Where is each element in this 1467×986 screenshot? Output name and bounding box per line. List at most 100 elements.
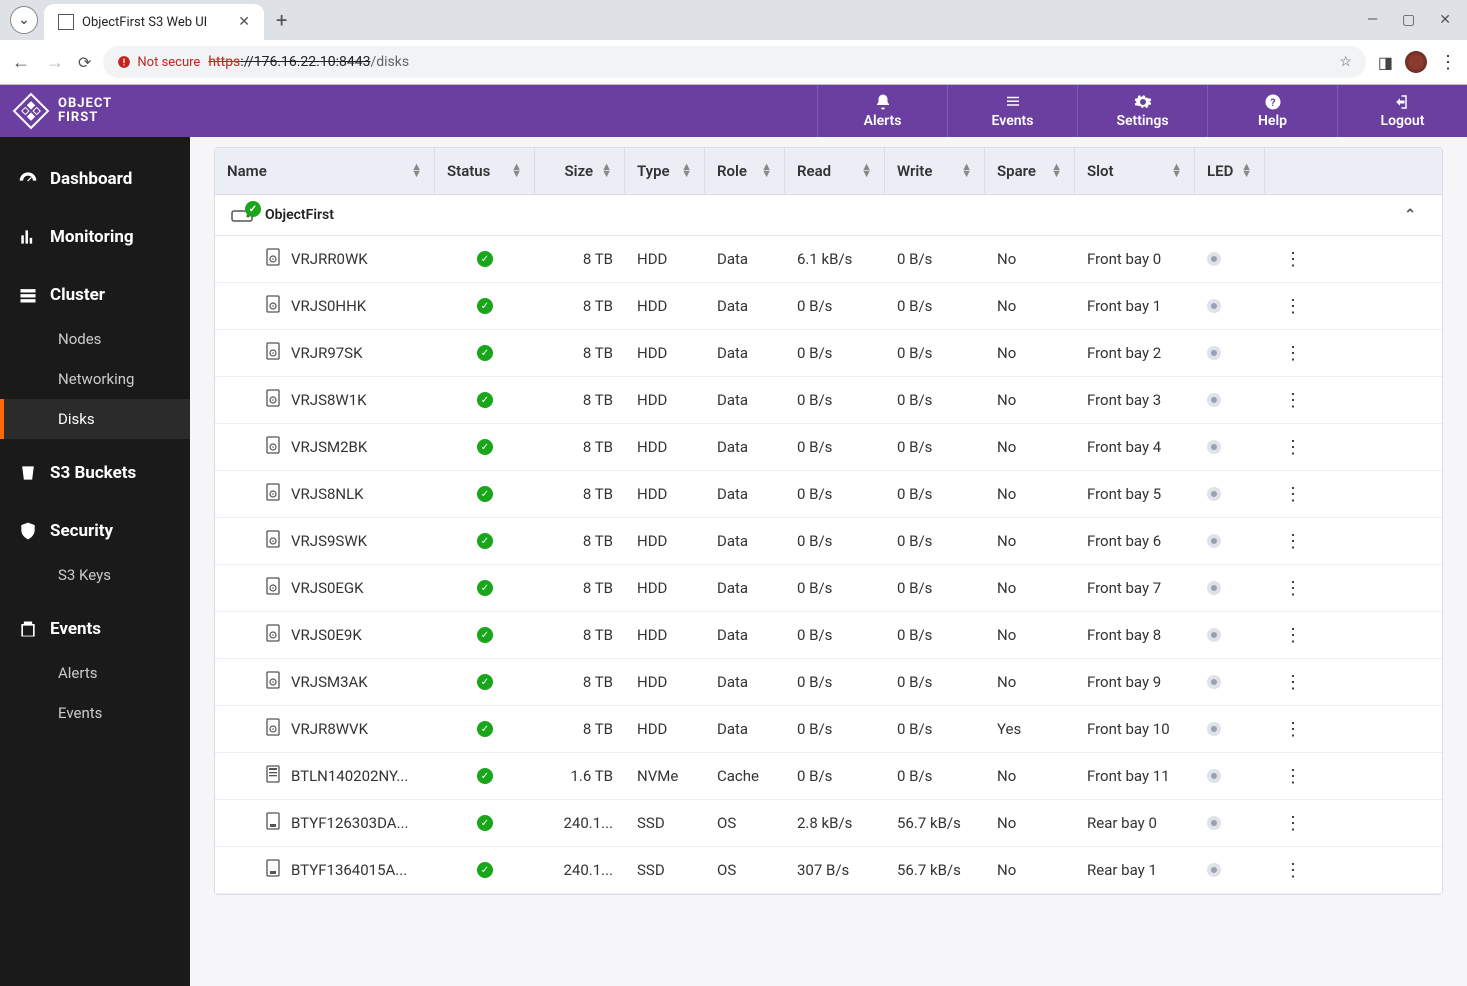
led-indicator-icon [1207, 769, 1221, 783]
cell-led[interactable] [1195, 753, 1265, 799]
header-logout-button[interactable]: Logout [1337, 85, 1467, 137]
side-panel-icon[interactable]: ◨ [1378, 53, 1393, 72]
brand-logo[interactable]: OBJECTFIRST [0, 85, 190, 137]
table-row[interactable]: BTYF126303DA...✓240.1...SSDOS2.8 kB/s56.… [215, 800, 1442, 847]
sidebar-item-monitoring[interactable]: Monitoring [0, 213, 190, 261]
col-read[interactable]: Read▲▼ [785, 148, 885, 194]
sidebar-item-disks[interactable]: Disks [0, 399, 190, 439]
row-actions[interactable]: ⋮ [1265, 565, 1321, 611]
cell-led[interactable] [1195, 424, 1265, 470]
col-spare[interactable]: Spare▲▼ [985, 148, 1075, 194]
col-role[interactable]: Role▲▼ [705, 148, 785, 194]
address-bar[interactable]: Not secure https://176.16.22.10:8443/dis… [103, 46, 1365, 78]
row-actions[interactable]: ⋮ [1265, 471, 1321, 517]
back-button[interactable]: ← [10, 52, 32, 73]
sidebar-item-alerts[interactable]: Alerts [0, 653, 190, 693]
cell-led[interactable] [1195, 330, 1265, 376]
window-minimize-icon[interactable]: — [1367, 12, 1378, 28]
disk-icon [265, 342, 281, 364]
cell-led[interactable] [1195, 471, 1265, 517]
cell-led[interactable] [1195, 236, 1265, 282]
sidebar-item-s3buckets[interactable]: S3 Buckets [0, 449, 190, 497]
header-help-button[interactable]: ? Help [1207, 85, 1337, 137]
sidebar-item-cluster[interactable]: Cluster [0, 271, 190, 319]
cell-type: HDD [625, 706, 705, 752]
window-close-icon[interactable]: ✕ [1439, 12, 1451, 28]
sidebar-item-events-sub[interactable]: Events [0, 693, 190, 733]
cell-status: ✓ [435, 283, 535, 329]
not-secure-badge[interactable]: Not secure [117, 55, 200, 70]
cell-led[interactable] [1195, 847, 1265, 893]
row-actions[interactable]: ⋮ [1265, 706, 1321, 752]
gear-icon [1134, 93, 1152, 111]
cell-status: ✓ [435, 424, 535, 470]
table-row[interactable]: VRJS0E9K✓8 TBHDDData0 B/s0 B/sNoFront ba… [215, 612, 1442, 659]
col-size[interactable]: Size▲▼ [535, 148, 625, 194]
col-slot[interactable]: Slot▲▼ [1075, 148, 1195, 194]
table-row[interactable]: VRJSM2BK✓8 TBHDDData0 B/s0 B/sNoFront ba… [215, 424, 1442, 471]
cell-name: VRJS8NLK [215, 471, 435, 517]
row-actions[interactable]: ⋮ [1265, 753, 1321, 799]
cell-led[interactable] [1195, 565, 1265, 611]
sidebar-item-s3keys[interactable]: S3 Keys [0, 555, 190, 595]
tab-close-icon[interactable]: ✕ [238, 14, 250, 30]
row-actions[interactable]: ⋮ [1265, 424, 1321, 470]
col-type[interactable]: Type▲▼ [625, 148, 705, 194]
reload-button[interactable]: ⟳ [78, 53, 91, 72]
row-actions[interactable]: ⋮ [1265, 847, 1321, 893]
browser-menu-icon[interactable]: ⋮ [1439, 52, 1457, 73]
cell-led[interactable] [1195, 283, 1265, 329]
tab-search-dropdown[interactable]: ⌄ [10, 6, 38, 34]
row-actions[interactable]: ⋮ [1265, 330, 1321, 376]
new-tab-button[interactable]: + [276, 8, 287, 32]
led-indicator-icon [1207, 816, 1221, 830]
col-led[interactable]: LED▲▼ [1195, 148, 1265, 194]
sidebar-item-events[interactable]: Events [0, 605, 190, 653]
node-group-row[interactable]: ✓ ObjectFirst ⌃ [215, 195, 1442, 236]
table-row[interactable]: VRJS0HHK✓8 TBHDDData0 B/s0 B/sNoFront ba… [215, 283, 1442, 330]
col-name[interactable]: Name▲▼ [215, 148, 435, 194]
header-settings-button[interactable]: Settings [1077, 85, 1207, 137]
table-row[interactable]: VRJS8W1K✓8 TBHDDData0 B/s0 B/sNoFront ba… [215, 377, 1442, 424]
table-row[interactable]: BTYF1364015A...✓240.1...SSDOS307 B/s56.7… [215, 847, 1442, 894]
row-actions[interactable]: ⋮ [1265, 659, 1321, 705]
cell-led[interactable] [1195, 706, 1265, 752]
forward-button[interactable]: → [44, 52, 66, 73]
sidebar-item-networking[interactable]: Networking [0, 359, 190, 399]
table-row[interactable]: VRJS0EGK✓8 TBHDDData0 B/s0 B/sNoFront ba… [215, 565, 1442, 612]
table-row[interactable]: VRJR8WVK✓8 TBHDDData0 B/s0 B/sYesFront b… [215, 706, 1442, 753]
table-row[interactable]: VRJRR0WK✓8 TBHDDData6.1 kB/s0 B/sNoFront… [215, 236, 1442, 283]
header-events-button[interactable]: Events [947, 85, 1077, 137]
sidebar-item-security[interactable]: Security [0, 507, 190, 555]
sidebar-item-nodes[interactable]: Nodes [0, 319, 190, 359]
header-alerts-button[interactable]: Alerts [817, 85, 947, 137]
cell-led[interactable] [1195, 518, 1265, 564]
table-row[interactable]: VRJSM3AK✓8 TBHDDData0 B/s0 B/sNoFront ba… [215, 659, 1442, 706]
col-status[interactable]: Status▲▼ [435, 148, 535, 194]
bookmark-star-icon[interactable]: ☆ [1339, 54, 1352, 70]
cell-led[interactable] [1195, 377, 1265, 423]
table-row[interactable]: VRJR97SK✓8 TBHDDData0 B/s0 B/sNoFront ba… [215, 330, 1442, 377]
window-maximize-icon[interactable]: ▢ [1402, 12, 1415, 28]
cell-led[interactable] [1195, 612, 1265, 658]
profile-avatar[interactable] [1405, 51, 1427, 73]
table-row[interactable]: VRJS9SWK✓8 TBHDDData0 B/s0 B/sNoFront ba… [215, 518, 1442, 565]
shield-icon [18, 521, 38, 541]
cell-size: 8 TB [535, 659, 625, 705]
sidebar-item-dashboard[interactable]: Dashboard [0, 155, 190, 203]
cell-role: Data [705, 424, 785, 470]
row-actions[interactable]: ⋮ [1265, 612, 1321, 658]
browser-tab[interactable]: ObjectFirst S3 Web UI ✕ [44, 4, 264, 40]
row-actions[interactable]: ⋮ [1265, 800, 1321, 846]
cell-led[interactable] [1195, 659, 1265, 705]
row-actions[interactable]: ⋮ [1265, 236, 1321, 282]
row-actions[interactable]: ⋮ [1265, 283, 1321, 329]
row-actions[interactable]: ⋮ [1265, 377, 1321, 423]
cell-led[interactable] [1195, 800, 1265, 846]
cell-read: 0 B/s [785, 706, 885, 752]
table-row[interactable]: BTLN140202NY...✓1.6 TBNVMeCache0 B/s0 B/… [215, 753, 1442, 800]
col-write[interactable]: Write▲▼ [885, 148, 985, 194]
table-row[interactable]: VRJS8NLK✓8 TBHDDData0 B/s0 B/sNoFront ba… [215, 471, 1442, 518]
row-actions[interactable]: ⋮ [1265, 518, 1321, 564]
cell-name: VRJS9SWK [215, 518, 435, 564]
